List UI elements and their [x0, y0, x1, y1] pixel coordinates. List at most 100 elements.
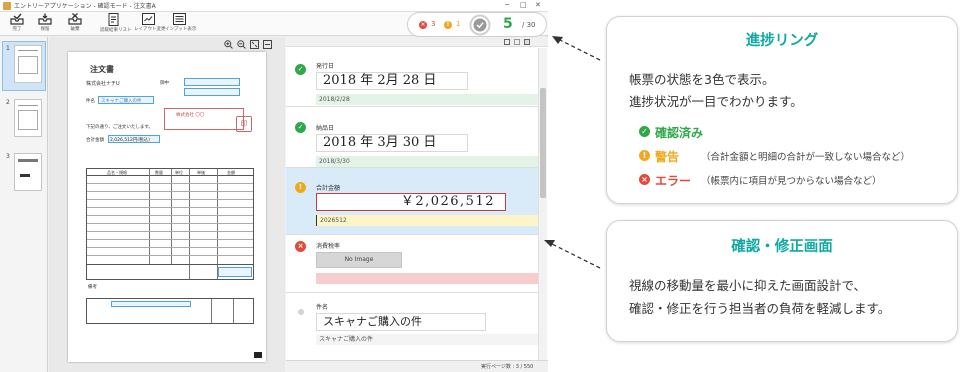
total-count: / 30	[522, 21, 536, 29]
legend-label: 確認済み	[655, 126, 704, 140]
input-display-icon	[172, 13, 186, 25]
check-icon: ✓	[295, 122, 306, 133]
zoom-in-icon[interactable]	[224, 40, 233, 49]
remarks-box	[86, 298, 254, 324]
progress-ring-status[interactable]: × 3 ! 1 5 / 30	[407, 12, 547, 37]
company-seal: 印	[236, 116, 252, 132]
input-display-button[interactable]: インプット表示	[165, 13, 197, 35]
legend-note: （帳票内に項目が見つからない場合など）	[701, 176, 882, 187]
discard-button[interactable]: 破棄	[61, 13, 89, 35]
panel-scrollbar[interactable]	[538, 48, 547, 360]
panel-up-icon[interactable]	[504, 39, 510, 45]
thumbnail-page-number: 2	[6, 99, 10, 106]
fit-width-icon[interactable]	[263, 40, 272, 49]
field-value-input[interactable]	[316, 273, 538, 284]
field-image-snippet: ￥2,026,512	[316, 193, 506, 211]
field-subject[interactable]: 件名 スキャナご購入の件 スキャナご購入の件	[286, 293, 538, 360]
discard-label: 破棄	[70, 27, 80, 32]
review-callout-arrow	[547, 241, 601, 269]
table-total-region	[218, 267, 252, 277]
field-image-snippet: スキャナご購入の件	[316, 313, 486, 331]
review-screen-callout: 確認・修正画面 視線の移動量を最小に抑えた画面設計で、 確認・修正を行う担当者の…	[606, 220, 958, 342]
field-value-input[interactable]: 2018/2/28	[316, 94, 538, 105]
doc-honorific: 御中	[160, 81, 169, 86]
page-counter: 実行ページ数 : 3 / 550	[481, 364, 534, 370]
check-icon: ✓	[639, 126, 650, 137]
arrowhead-icon	[552, 36, 563, 44]
progress-ring-icon	[469, 14, 491, 36]
field-issue-date[interactable]: ✓ 発行日 2018 年 2月 28 日 2018/2/28	[286, 48, 538, 107]
field-image-snippet: 2018 年 3月 30 日	[316, 134, 468, 152]
panel-header	[286, 37, 548, 47]
callout-text: 進捗状況が一目でわかります。	[629, 94, 803, 109]
col-header: 金額	[227, 170, 235, 175]
thumbnail-page-1[interactable]	[14, 45, 42, 83]
col-header: 品名・規格	[107, 170, 127, 175]
callout-title: 進捗リング	[745, 33, 819, 49]
callout-title: 確認・修正画面	[731, 239, 833, 255]
warning-status-icon: !	[444, 21, 452, 29]
layout-change-label: レイアウト変更	[134, 27, 166, 32]
field-value-input[interactable]: 2018/3/30	[316, 156, 538, 167]
window-title: エントリーアプリケーション - 確認モード - 注文書A	[14, 3, 156, 10]
error-status-icon: ×	[419, 21, 427, 29]
legend-note: （合計金額と明細の合計が一致しない場合など）	[701, 152, 911, 163]
field-image-snippet: 2018 年 2月 28 日	[316, 72, 468, 90]
field-label: 合計金額	[316, 185, 341, 192]
panel-down-icon[interactable]	[514, 39, 520, 45]
col-header: 数量	[155, 170, 163, 175]
layout-change-icon	[141, 13, 155, 25]
callout-text: 確認・修正を行う担当者の負荷を軽減します。	[629, 301, 891, 316]
field-value-input[interactable]: 2026512	[316, 215, 538, 226]
field-label: 消費税率	[316, 243, 341, 250]
issue-date-region	[184, 78, 240, 86]
field-total-amount[interactable]: ! 合計金額 ￥2,026,512 2026512	[286, 168, 538, 235]
doc-title: 注文書	[90, 65, 114, 74]
thumbnail-page-number: 3	[6, 153, 10, 160]
doc-issuer: 株式会社 〇〇	[176, 113, 205, 118]
thumbnail-pane: 1 2 3	[0, 37, 48, 372]
document-viewer[interactable]: 注文書 株式会社ナチU 御中 件名 スキャナご購入の件 株式会社 〇〇 印 下記…	[49, 37, 285, 372]
app-window: エントリーアプリケーション - 確認モード - 注文書A ─ □ ✕ 完了 保留…	[0, 0, 548, 372]
input-display-label: インプット表示	[165, 27, 197, 32]
error-icon: ×	[295, 241, 306, 252]
doc-remarks-label: 備考	[88, 285, 97, 290]
field-label: 納品日	[316, 125, 335, 132]
col-header: 単位	[175, 170, 183, 175]
field-value-input[interactable]: スキャナご購入の件	[316, 334, 538, 345]
thumbnail-page-number: 1	[6, 45, 10, 52]
legend-label: 警告	[655, 150, 680, 164]
doc-total-label: 合計金額	[86, 138, 104, 143]
doc-total-value: 2,026,512円(税込)	[110, 138, 150, 143]
no-image-placeholder: No Image	[316, 252, 402, 268]
minimize-button[interactable]: ─	[505, 1, 509, 9]
remarks-region	[111, 301, 191, 307]
scanned-document: 注文書 株式会社ナチU 御中 件名 スキャナご購入の件 株式会社 〇〇 印 下記…	[68, 52, 266, 362]
fit-page-icon[interactable]	[250, 40, 259, 49]
complete-button[interactable]: 完了	[3, 13, 31, 35]
inbox-complete-icon	[10, 13, 24, 25]
hold-label: 保留	[40, 27, 50, 32]
thumbnail-page-2[interactable]	[14, 99, 42, 137]
maximize-button[interactable]: □	[520, 1, 527, 9]
field-delivery-date[interactable]: ✓ 納品日 2018 年 3月 30 日 2018/3/30	[286, 107, 538, 168]
result-list-button[interactable]: 読取結果リスト	[100, 13, 132, 35]
close-button[interactable]: ✕	[535, 1, 541, 9]
error-count: 3	[431, 20, 436, 28]
result-list-icon	[108, 13, 119, 26]
zoom-out-icon[interactable]	[237, 40, 246, 49]
legend-label: エラー	[655, 174, 692, 188]
layout-change-button[interactable]: レイアウト変更	[134, 13, 166, 35]
pending-status-icon	[298, 309, 304, 315]
thumbnail-page-3[interactable]	[14, 153, 42, 191]
field-label: 発行日	[316, 63, 335, 70]
hold-button[interactable]: 保留	[31, 13, 59, 35]
scan-marker	[254, 352, 262, 358]
complete-label: 完了	[12, 27, 22, 32]
panel-collapse-icon[interactable]	[524, 39, 530, 45]
status-bar: 実行ページ数 : 3 / 550	[286, 360, 548, 372]
field-tax-rate[interactable]: × 消費税率 No Image	[286, 235, 538, 293]
col-header: 単価	[197, 170, 205, 175]
scrollbar-thumb[interactable]	[540, 88, 546, 198]
field-label: 件名	[316, 304, 329, 311]
